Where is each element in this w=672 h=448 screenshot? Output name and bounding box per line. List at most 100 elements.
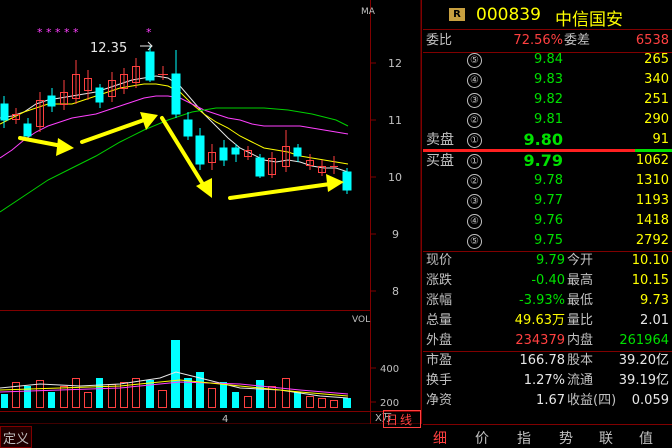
stat-label: 现价 (426, 253, 453, 268)
level-number: ② (467, 113, 482, 128)
candle (171, 50, 181, 118)
buy-level-4[interactable]: ④ 9.76 1418 (423, 211, 672, 231)
quote-panel: R 000839 中信国安 委比 72.56% 委差 6538 ⑤ 9.84 2… (423, 0, 672, 447)
volume-bars (1, 340, 351, 408)
level-number: ③ (467, 93, 482, 108)
stat-label: 今开 (567, 253, 594, 268)
sell-volume: 91 (652, 132, 669, 147)
buy-volume: 1418 (635, 213, 669, 228)
stat-label: 内盘 (567, 333, 594, 348)
stats-row: 涨幅 -3.93% 最低 9.73 (423, 291, 672, 311)
badge-r: R (449, 8, 465, 21)
tab-detail[interactable]: 细 (433, 428, 447, 448)
tab-index[interactable]: 指 (517, 428, 531, 448)
buy-level-5[interactable]: ⑤ 9.75 2792 (423, 231, 672, 251)
stat-value: 10.15 (631, 273, 669, 288)
candle (306, 154, 314, 170)
weicha-label: 委差 (564, 33, 591, 48)
candle (120, 68, 128, 94)
stat-label: 流通 (567, 373, 594, 388)
trend-arrow-icon (228, 174, 344, 200)
stock-code[interactable]: 000839 (476, 5, 541, 25)
volume-bar (146, 380, 154, 408)
volume-bar (244, 396, 252, 408)
signal-marks: * * * * * (37, 26, 79, 39)
stats-row: 换手 1.27% 流通 39.19亿 (423, 371, 672, 391)
stat-label: 量比 (567, 313, 594, 328)
stat-label: 总量 (426, 313, 453, 328)
sell-volume: 251 (644, 92, 669, 107)
kline-svg[interactable]: 12 11 10 9 8 MA * * * * * * 12.35 VOL 40… (0, 0, 423, 425)
vol-tick: 400 (380, 364, 399, 375)
candle (195, 128, 205, 170)
candle (183, 112, 193, 140)
tab-value[interactable]: 值 (639, 428, 653, 448)
buy-volume: 1062 (635, 153, 669, 168)
stock-name[interactable]: 中信国安 (555, 5, 623, 30)
candle (47, 88, 56, 112)
volume-bar (48, 392, 55, 408)
candle (95, 84, 104, 108)
sell-level-1[interactable]: 卖盘 ① 9.80 91 (423, 130, 672, 150)
stat-value: 1.67 (536, 393, 565, 408)
stats-row: 净资 1.67 收益(四) 0.059 (423, 391, 672, 411)
weibi-value: 72.56% (513, 33, 563, 48)
volume-bar (96, 378, 103, 408)
sell-level-4[interactable]: ④ 9.83 340 (423, 70, 672, 90)
price-tick: 11 (388, 114, 402, 127)
sell-level-2[interactable]: ② 9.81 290 (423, 110, 672, 130)
buy-level-2[interactable]: ② 9.78 1310 (423, 171, 672, 191)
buy-level-3[interactable]: ③ 9.77 1193 (423, 191, 672, 211)
buy-volume: 2792 (635, 233, 669, 248)
custom-tab-label: 定义 (3, 432, 30, 447)
sell-level-3[interactable]: ③ 9.82 251 (423, 90, 672, 110)
stats-row: 外盘 234379 内盘 261964 (423, 331, 672, 351)
level-number: ③ (467, 194, 482, 209)
candle (342, 168, 352, 194)
candle (72, 60, 80, 104)
stat-label: 最低 (567, 293, 594, 308)
price-tick: 8 (392, 285, 399, 298)
stat-value: 49.63万 (514, 313, 565, 328)
volume-bar (294, 392, 301, 408)
candle (208, 144, 216, 170)
stat-value: -0.40 (531, 273, 565, 288)
stats-row: 总量 49.63万 量比 2.01 (423, 311, 672, 331)
sell-price: 9.81 (534, 112, 563, 127)
vol-tick: 200 (380, 398, 399, 409)
panel-tabs: 细 价 指 势 联 值 (423, 424, 672, 447)
buy-label: 买盘 (426, 153, 454, 169)
volume-bar (72, 378, 80, 408)
volume-bar (330, 400, 338, 408)
buy-price: 9.78 (534, 173, 563, 188)
tab-price[interactable]: 价 (475, 428, 489, 448)
kline-chart[interactable]: 12 11 10 9 8 MA * * * * * * 12.35 VOL 40… (0, 0, 423, 425)
sell-level-5[interactable]: ⑤ 9.84 265 (423, 50, 672, 70)
sell-label: 卖盘 (426, 132, 454, 148)
tab-linked[interactable]: 联 (599, 428, 613, 448)
stat-label: 市盈 (426, 353, 453, 368)
vol-label: VOL (352, 315, 370, 325)
ma60-line (0, 107, 349, 213)
candle (255, 154, 265, 178)
candle (36, 92, 44, 132)
tab-trend[interactable]: 势 (559, 428, 573, 448)
trend-arrow-icon (80, 112, 158, 144)
buy-level-1[interactable]: 买盘 ① 9.79 1062 (423, 151, 672, 171)
level-number: ⑤ (467, 53, 482, 68)
period-tab[interactable]: 日线 (383, 410, 421, 428)
volume-bar (171, 340, 180, 408)
sell-price: 9.83 (534, 72, 563, 87)
volume-bar (132, 378, 140, 408)
candle (145, 46, 155, 82)
buy-price: 9.76 (534, 213, 563, 228)
stat-value: 261964 (619, 333, 669, 348)
date-label: 4 (222, 414, 228, 424)
sell-price: 9.80 (523, 130, 563, 149)
volume-bar (306, 396, 314, 408)
stats-row: 市盈 166.78 股本 39.20亿 (423, 351, 672, 371)
stats-row: 涨跌 -0.40 最高 10.15 (423, 271, 672, 291)
custom-tab[interactable]: 定义 (0, 426, 32, 448)
stat-label: 最高 (567, 273, 594, 288)
volume-bar (208, 388, 216, 408)
